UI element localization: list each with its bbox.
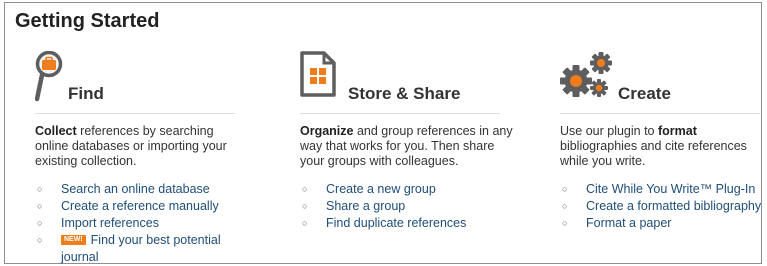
bullet-icon: ○ — [37, 184, 43, 194]
create-column: Create Use our plugin to format bibliogr… — [560, 51, 767, 232]
create-description: Use our plugin to format bibliographies … — [560, 124, 747, 168]
bullet-icon: ○ — [302, 184, 308, 194]
create-links: ○ Cite While You Write™ Plug-In ○ Create a… — [560, 181, 767, 232]
bullet-icon: ○ — [562, 184, 568, 194]
bullet-icon: ○ — [562, 201, 568, 211]
document-folder-icon — [300, 51, 336, 102]
magnifier-icon — [34, 50, 67, 110]
find-column: Find Collect references by searching onl… — [34, 50, 285, 266]
gears-icon — [560, 51, 616, 108]
bullet-icon: ○ — [37, 235, 43, 245]
find-header: Find — [34, 50, 235, 114]
create-new-group-link[interactable]: Create a new group — [326, 182, 436, 196]
bullet-icon: ○ — [37, 218, 43, 228]
bullet-icon: ○ — [302, 201, 308, 211]
list-item: ○ Find duplicate references — [300, 215, 550, 232]
store-share-column: Store & Share Organize and group referen… — [300, 51, 550, 232]
list-item: ○ Import references — [35, 215, 285, 232]
bullet-icon: ○ — [562, 218, 568, 228]
list-item: ○ Create a reference manually — [35, 198, 285, 215]
list-item: ○ Search an online database — [35, 181, 285, 198]
store-share-heading: Store & Share — [348, 84, 461, 103]
share-group-link[interactable]: Share a group — [326, 199, 405, 213]
format-paper-link[interactable]: Format a paper — [586, 216, 671, 230]
list-item: ○ Create a formatted bibliography — [560, 198, 767, 215]
import-references-link[interactable]: Import references — [61, 216, 159, 230]
find-description: Collect references by searching online d… — [35, 124, 227, 168]
bullet-icon: ○ — [37, 201, 43, 211]
list-item: ○ Share a group — [300, 198, 550, 215]
find-heading: Find — [68, 84, 104, 103]
list-item: ○ Create a new group — [300, 181, 550, 198]
page-title: Getting Started — [15, 10, 160, 32]
find-links: ○ Search an online database ○ Create a ref… — [35, 181, 285, 266]
create-reference-manually-link[interactable]: Create a reference manually — [61, 199, 219, 213]
store-share-description: Organize and group references in any way… — [300, 124, 513, 168]
list-item: ○ Cite While You Write™ Plug-In — [560, 181, 767, 198]
create-formatted-bibliography-link[interactable]: Create a formatted bibliography — [586, 199, 761, 213]
search-online-database-link[interactable]: Search an online database — [61, 182, 210, 196]
store-share-header: Store & Share — [300, 51, 500, 114]
bullet-icon: ○ — [302, 218, 308, 228]
create-heading: Create — [618, 84, 671, 103]
list-item: ○ NEW! Find your best potential journal — [35, 232, 285, 266]
list-item: ○ Format a paper — [560, 215, 767, 232]
find-duplicate-references-link[interactable]: Find duplicate references — [326, 216, 466, 230]
create-header: Create — [560, 51, 760, 114]
store-share-links: ○ Create a new group ○ Share a group ○ Find… — [300, 181, 550, 232]
cite-while-you-write-link[interactable]: Cite While You Write™ Plug-In — [586, 182, 755, 196]
getting-started-panel: Getting Started Find Collect references … — [4, 2, 762, 264]
new-badge: NEW! — [61, 235, 86, 245]
